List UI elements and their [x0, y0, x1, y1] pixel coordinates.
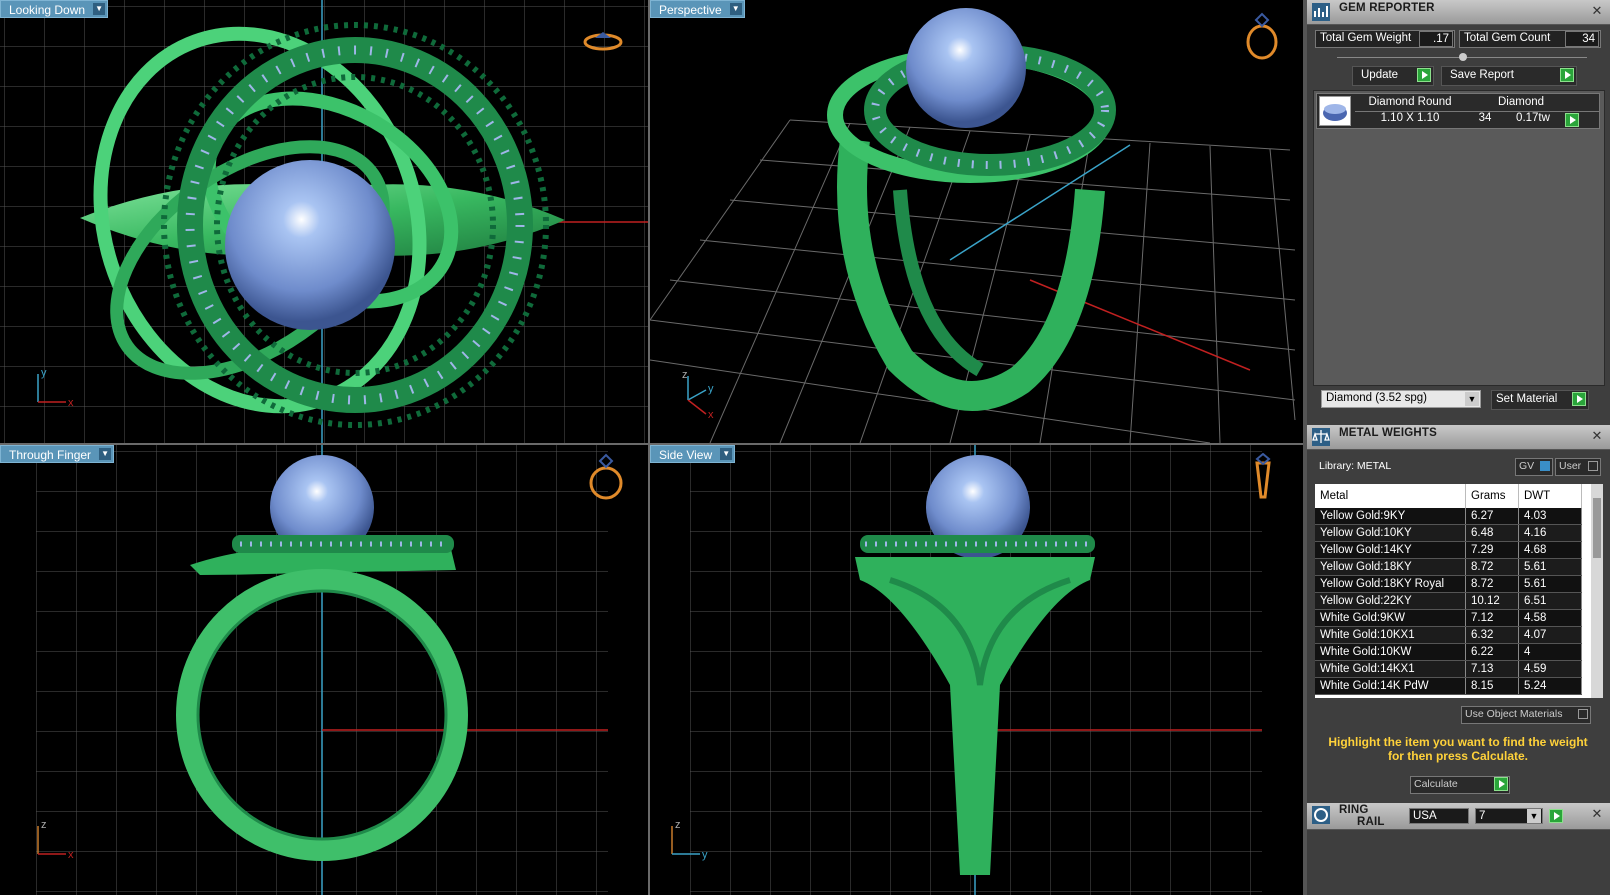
- viewport-side-view[interactable]: Side View ▼ z y: [650, 445, 1303, 895]
- calculate-button[interactable]: Calculate: [1410, 776, 1510, 794]
- material-select[interactable]: Diamond (3.52 spg) ▼: [1321, 390, 1481, 408]
- table-row[interactable]: Yellow Gold:18KY 8.72 5.61: [1315, 558, 1582, 576]
- ring-size-region[interactable]: USA: [1409, 808, 1469, 824]
- chevron-down-icon[interactable]: ▼: [1527, 809, 1541, 823]
- total-gem-count-value: 34: [1565, 31, 1599, 47]
- svg-text:z: z: [41, 820, 47, 831]
- viewport-label[interactable]: Perspective ▼: [650, 0, 745, 18]
- save-report-button[interactable]: Save Report: [1441, 66, 1577, 86]
- svg-text:y: y: [708, 383, 714, 395]
- metal-weights-icon: [1312, 428, 1330, 446]
- chevron-down-icon[interactable]: ▼: [1465, 392, 1479, 406]
- ring-orientation-icon: [1255, 453, 1271, 499]
- viewport-divider-horizontal[interactable]: [0, 443, 1303, 445]
- axis-triad: z y x: [682, 370, 714, 421]
- ring-rail-icon: [1312, 806, 1330, 824]
- svg-text:x: x: [708, 409, 714, 421]
- ring-orientation-icon: [583, 32, 623, 51]
- svg-text:y: y: [41, 368, 47, 379]
- library-label: Library: METAL: [1319, 460, 1392, 472]
- calculate-hint: Highlight the item you want to find the …: [1328, 735, 1588, 763]
- gem-row[interactable]: Diamond Round Diamond 1.10 X 1.10 34 0.1…: [1316, 93, 1600, 129]
- column-header-dwt[interactable]: DWT: [1518, 484, 1582, 508]
- close-icon[interactable]: ✕: [1590, 429, 1604, 443]
- ring-rail-header: RING RAIL USA 7 ▼ ✕: [1307, 803, 1610, 830]
- table-row[interactable]: Yellow Gold:18KY Royal 8.72 5.61: [1315, 575, 1582, 593]
- table-row[interactable]: Yellow Gold:9KY 6.27 4.03: [1315, 508, 1582, 525]
- close-icon[interactable]: ✕: [1590, 807, 1604, 821]
- ring-size-select[interactable]: 7 ▼: [1475, 808, 1543, 824]
- table-row[interactable]: Yellow Gold:14KY 7.29 4.68: [1315, 541, 1582, 559]
- table-row[interactable]: Yellow Gold:10KY 6.48 4.16: [1315, 524, 1582, 542]
- viewport-label[interactable]: Side View ▼: [650, 445, 736, 463]
- table-row[interactable]: White Gold:14K PdW 8.15 5.24: [1315, 677, 1582, 695]
- svg-text:x: x: [68, 397, 74, 408]
- play-icon: [1494, 777, 1508, 791]
- close-icon[interactable]: ✕: [1590, 4, 1604, 18]
- play-icon: [1560, 68, 1574, 82]
- gem-list[interactable]: Diamond Round Diamond 1.10 X 1.10 34 0.1…: [1313, 90, 1605, 386]
- update-button[interactable]: Update: [1352, 66, 1434, 86]
- column-header-metal[interactable]: Metal: [1315, 484, 1466, 508]
- metal-weights-header: METAL WEIGHTS ✕: [1307, 425, 1610, 450]
- svg-text:z: z: [682, 370, 688, 381]
- through-finger-scene: [36, 445, 608, 895]
- user-toggle[interactable]: User: [1555, 458, 1601, 476]
- viewport-divider-vertical[interactable]: [648, 0, 650, 895]
- table-row[interactable]: Yellow Gold:22KY 10.12 6.51: [1315, 592, 1582, 610]
- svg-text:z: z: [675, 820, 681, 831]
- axis-triad: z x: [37, 820, 74, 861]
- axis-triad: y x: [37, 368, 74, 408]
- total-gem-weight-value: .17: [1419, 31, 1453, 47]
- table-row[interactable]: White Gold:10KX1 6.32 4.07: [1315, 626, 1582, 644]
- round-diamond-icon: [1319, 96, 1351, 126]
- svg-text:y: y: [702, 849, 708, 861]
- viewport-looking-down[interactable]: Looking Down ▼ y x: [0, 0, 648, 443]
- gem-count: 34: [1478, 112, 1492, 124]
- side-panel: GEM REPORTER ✕ Total Gem Weight .17 Tota…: [1307, 0, 1610, 895]
- ring-orientation-icon: [589, 453, 623, 500]
- metal-weights-title: METAL WEIGHTS: [1339, 427, 1438, 439]
- metal-table[interactable]: Metal Grams DWT Yellow Gold:9KY 6.27 4.03 …: [1315, 484, 1591, 698]
- viewport-menu-icon[interactable]: ▼: [729, 3, 742, 15]
- svg-text:x: x: [68, 849, 74, 861]
- gem-weight: 0.17tw: [1516, 112, 1550, 124]
- gem-type-header: Diamond: [1497, 96, 1545, 108]
- table-row[interactable]: White Gold:14KX1 7.13 4.59: [1315, 660, 1582, 678]
- metal-table-scrollbar[interactable]: [1591, 484, 1603, 698]
- gem-reporter-title: GEM REPORTER: [1339, 2, 1435, 14]
- column-header-grams[interactable]: Grams: [1465, 484, 1519, 508]
- metal-table-grid: Metal Grams DWT Yellow Gold:9KY 6.27 4.03 …: [1315, 484, 1582, 695]
- ring-orientation-icon: [1246, 12, 1278, 60]
- gem-reporter-icon: [1312, 3, 1330, 21]
- gv-toggle[interactable]: GV: [1515, 458, 1553, 476]
- play-icon[interactable]: [1565, 113, 1579, 127]
- slider-handle[interactable]: [1459, 53, 1467, 61]
- table-row[interactable]: White Gold:10KW 6.22 4: [1315, 643, 1582, 661]
- table-row[interactable]: White Gold:9KW 7.12 4.58: [1315, 609, 1582, 627]
- viewport-label[interactable]: Through Finger ▼: [0, 445, 115, 463]
- viewport-label[interactable]: Looking Down ▼: [0, 0, 109, 18]
- viewport-menu-icon[interactable]: ▼: [93, 3, 106, 15]
- perspective-scene: [650, 8, 1296, 443]
- viewport-menu-icon[interactable]: ▼: [720, 448, 733, 460]
- gem-reporter-header: GEM REPORTER ✕: [1307, 0, 1610, 25]
- ring-rail-title: RING RAIL: [1339, 804, 1385, 828]
- play-icon[interactable]: [1549, 809, 1563, 823]
- use-object-materials-checkbox[interactable]: Use Object Materials: [1461, 706, 1591, 724]
- viewport-menu-icon[interactable]: ▼: [99, 448, 112, 460]
- viewport-through-finger[interactable]: Through Finger ▼ z x: [0, 445, 648, 895]
- looking-down-scene: [0, 0, 648, 443]
- gem-shape-header: Diamond Round: [1368, 96, 1452, 108]
- set-material-button[interactable]: Set Material: [1491, 390, 1589, 410]
- axis-triad: z y: [671, 820, 708, 861]
- viewport-perspective[interactable]: Perspective ▼ z y x: [650, 0, 1303, 443]
- scrollbar-thumb[interactable]: [1593, 498, 1601, 558]
- play-icon: [1572, 392, 1586, 406]
- gem-size: 1.10 X 1.10: [1380, 112, 1440, 124]
- play-icon: [1417, 68, 1431, 82]
- side-view-scene: [690, 445, 1262, 895]
